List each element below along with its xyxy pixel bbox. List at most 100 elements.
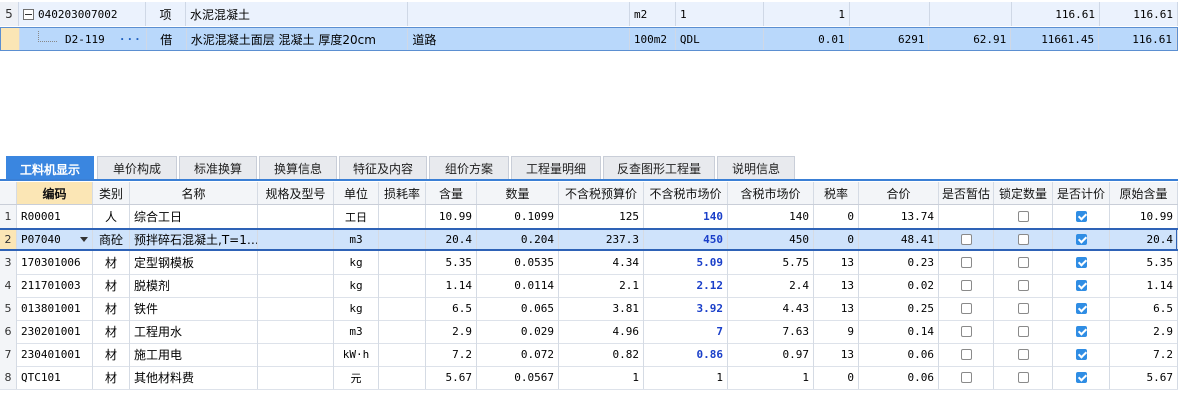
material-code[interactable]: 211701003 [17, 274, 93, 297]
material-code[interactable]: 170301006 [17, 251, 93, 274]
material-spec[interactable] [258, 297, 334, 320]
material-code[interactable]: 013801001 [17, 297, 93, 320]
material-content[interactable]: 1.14 [426, 274, 477, 297]
is-priced-checkbox[interactable] [1053, 251, 1110, 274]
tab-notes[interactable]: 说明信息 [717, 156, 795, 179]
col-provisional[interactable]: 是否暂估 [939, 182, 994, 204]
item-qty-expr[interactable]: QDL [676, 28, 764, 50]
material-tax-rate[interactable]: 9 [814, 320, 859, 343]
col-code[interactable]: 编码 [17, 182, 93, 204]
checkbox-icon[interactable] [1017, 280, 1029, 291]
checkbox-icon[interactable] [960, 372, 972, 383]
checkbox-icon[interactable] [1075, 211, 1087, 222]
material-content[interactable]: 5.67 [426, 366, 477, 389]
material-name[interactable]: 预拌碎石混凝土,T=1… [130, 230, 258, 249]
collapse-icon[interactable] [23, 8, 34, 20]
is-priced-checkbox[interactable] [1053, 366, 1110, 389]
material-tax-market-price[interactable]: 7.63 [728, 320, 814, 343]
is-priced-checkbox[interactable] [1053, 297, 1110, 320]
col-lock-qty[interactable]: 锁定数量 [994, 182, 1053, 204]
material-spec[interactable] [258, 251, 334, 274]
material-tax-market-price[interactable]: 1 [728, 366, 814, 389]
col-content[interactable]: 含量 [426, 182, 477, 204]
table-row[interactable]: 5 013801001 材 铁件 kg 6.5 0.065 3.81 3.92 4.43 13 0.2… [0, 297, 1178, 321]
checkbox-icon[interactable] [1017, 349, 1029, 360]
material-name[interactable]: 脱模剂 [130, 274, 258, 297]
material-loss-rate[interactable] [379, 320, 426, 343]
checkbox-icon[interactable] [1075, 303, 1087, 314]
material-tax-rate[interactable]: 13 [814, 343, 859, 366]
provisional-checkbox[interactable] [939, 320, 994, 343]
material-market-price[interactable]: 140 [644, 205, 728, 228]
material-content[interactable]: 5.35 [426, 251, 477, 274]
material-market-price[interactable]: 2.12 [644, 274, 728, 297]
col-budget-price[interactable]: 不含税预算价 [559, 182, 644, 204]
checkbox-icon[interactable] [1017, 326, 1029, 337]
material-content[interactable]: 7.2 [426, 343, 477, 366]
table-row-selected[interactable]: 2 P07040 商砼 预拌碎石混凝土,T=1… m3 20.4 0.204 237.3 450… [0, 228, 1178, 251]
checkbox-icon[interactable] [960, 349, 972, 360]
lock-qty-checkbox[interactable] [994, 343, 1053, 366]
material-name[interactable]: 定型钢模板 [130, 251, 258, 274]
tab-pricing-scheme[interactable]: 组价方案 [429, 156, 509, 179]
is-priced-checkbox[interactable] [1053, 320, 1110, 343]
lock-qty-checkbox[interactable] [994, 366, 1053, 389]
checkbox-icon[interactable] [960, 280, 972, 291]
checkbox-icon[interactable] [1017, 234, 1029, 245]
material-spec[interactable] [258, 366, 334, 389]
provisional-checkbox[interactable] [939, 366, 994, 389]
col-unit[interactable]: 单位 [334, 182, 379, 204]
tab-features[interactable]: 特征及内容 [339, 156, 427, 179]
material-loss-rate[interactable] [379, 297, 426, 320]
col-spec[interactable]: 规格及型号 [258, 182, 334, 204]
provisional-checkbox[interactable] [939, 251, 994, 274]
item-qty-expr[interactable]: 1 [676, 2, 764, 26]
tab-reverse-lookup[interactable]: 反查图形工程量 [603, 156, 715, 179]
col-total[interactable]: 合价 [859, 182, 939, 204]
material-loss-rate[interactable] [379, 274, 426, 297]
material-tax-rate[interactable]: 13 [814, 274, 859, 297]
table-row[interactable]: 7 230401001 材 施工用电 kW·h 7.2 0.072 0.82 0.86 0.97 1… [0, 343, 1178, 367]
material-market-price[interactable]: 5.09 [644, 251, 728, 274]
material-name[interactable]: 铁件 [130, 297, 258, 320]
material-code[interactable]: QTC101 [17, 366, 93, 389]
material-market-price[interactable]: 1 [644, 366, 728, 389]
lock-qty-checkbox[interactable] [994, 230, 1053, 249]
tab-unit-price[interactable]: 单价构成 [97, 156, 177, 179]
material-name[interactable]: 其他材料费 [130, 366, 258, 389]
lock-qty-checkbox[interactable] [994, 297, 1053, 320]
material-tax-rate[interactable]: 0 [814, 230, 859, 249]
material-code[interactable]: P07040 [17, 230, 93, 249]
checkbox-icon[interactable] [960, 303, 972, 314]
material-content[interactable]: 2.9 [426, 320, 477, 343]
checkbox-icon[interactable] [1075, 349, 1087, 360]
material-tax-rate[interactable]: 13 [814, 297, 859, 320]
material-market-price[interactable]: 450 [644, 230, 728, 249]
material-loss-rate[interactable] [379, 251, 426, 274]
material-market-price[interactable]: 7 [644, 320, 728, 343]
material-spec[interactable] [258, 343, 334, 366]
checkbox-icon[interactable] [1017, 211, 1029, 222]
lock-qty-checkbox[interactable] [994, 320, 1053, 343]
material-content[interactable]: 6.5 [426, 297, 477, 320]
material-tax-rate[interactable]: 0 [814, 205, 859, 228]
tab-standard-conversion[interactable]: 标准换算 [179, 156, 257, 179]
col-loss-rate[interactable]: 损耗率 [379, 182, 426, 204]
material-tax-market-price[interactable]: 140 [728, 205, 814, 228]
material-spec[interactable] [258, 205, 334, 228]
top-grid-row-selected[interactable]: D2-119 ··· 借 水泥混凝土面层 混凝土 厚度20cm 道路 100m2… [0, 27, 1178, 51]
checkbox-icon[interactable] [1075, 234, 1087, 245]
item-code-cell[interactable]: D2-119 ··· [20, 28, 147, 50]
checkbox-icon[interactable] [1017, 372, 1029, 383]
checkbox-icon[interactable] [1075, 326, 1087, 337]
tab-conversion-info[interactable]: 换算信息 [259, 156, 337, 179]
is-priced-checkbox[interactable] [1053, 230, 1110, 249]
material-tax-rate[interactable]: 0 [814, 366, 859, 389]
material-name[interactable]: 工程用水 [130, 320, 258, 343]
material-tax-market-price[interactable]: 5.75 [728, 251, 814, 274]
material-tax-market-price[interactable]: 4.43 [728, 297, 814, 320]
material-tax-market-price[interactable]: 450 [728, 230, 814, 249]
material-code[interactable]: 230201001 [17, 320, 93, 343]
material-loss-rate[interactable] [379, 205, 426, 228]
dropdown-arrow-icon[interactable] [80, 237, 88, 242]
